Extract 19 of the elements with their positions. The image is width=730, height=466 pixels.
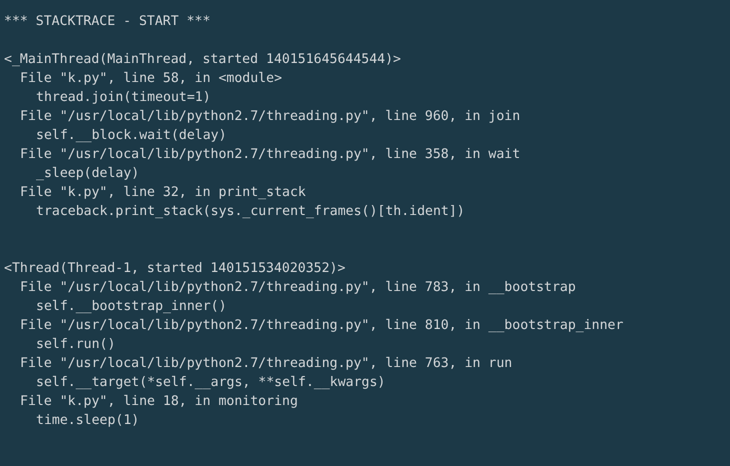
stack-frame-code: _sleep(delay) xyxy=(36,165,140,183)
stack-frame-code: self.__block.wait(delay) xyxy=(36,127,227,145)
stack-frame-code: time.sleep(1) xyxy=(36,412,140,430)
stack-frame-code: self.__target(*self.__args, **self.__kwargs) xyxy=(36,374,386,392)
stack-frame-file: File "/usr/local/lib/python2.7/threading.py", line 810, in __bootstrap_inner xyxy=(20,317,624,335)
stack-frame-file: File "/usr/local/lib/python2.7/threading.py", line 783, in __bootstrap xyxy=(20,279,576,297)
stack-frame-code: self.__bootstrap_inner() xyxy=(36,298,227,316)
stack-frame-file: File "k.py", line 58, in <module> xyxy=(20,70,282,88)
stack-frame-code: self.run() xyxy=(36,336,116,354)
stack-frame-file: File "/usr/local/lib/python2.7/threading.py", line 960, in join xyxy=(20,108,520,126)
stack-frame-code: traceback.print_stack(sys._current_frames()[th.ident]) xyxy=(36,203,465,221)
stack-frame-code: thread.join(timeout=1) xyxy=(36,89,211,107)
stack-frame-file: File "/usr/local/lib/python2.7/threading.py", line 358, in wait xyxy=(20,146,520,164)
stacktrace-title: *** STACKTRACE - START *** xyxy=(4,13,210,31)
stack-frame-file: File "/usr/local/lib/python2.7/threading.py", line 763, in run xyxy=(20,355,512,373)
stack-frame-file: File "k.py", line 18, in monitoring xyxy=(20,393,298,411)
stack-frame-file: File "k.py", line 32, in print_stack xyxy=(20,184,306,202)
thread-header: <Thread(Thread-1, started 140151534020352)> xyxy=(4,260,346,278)
thread-header: <_MainThread(MainThread, started 140151645644544)> xyxy=(4,51,401,69)
